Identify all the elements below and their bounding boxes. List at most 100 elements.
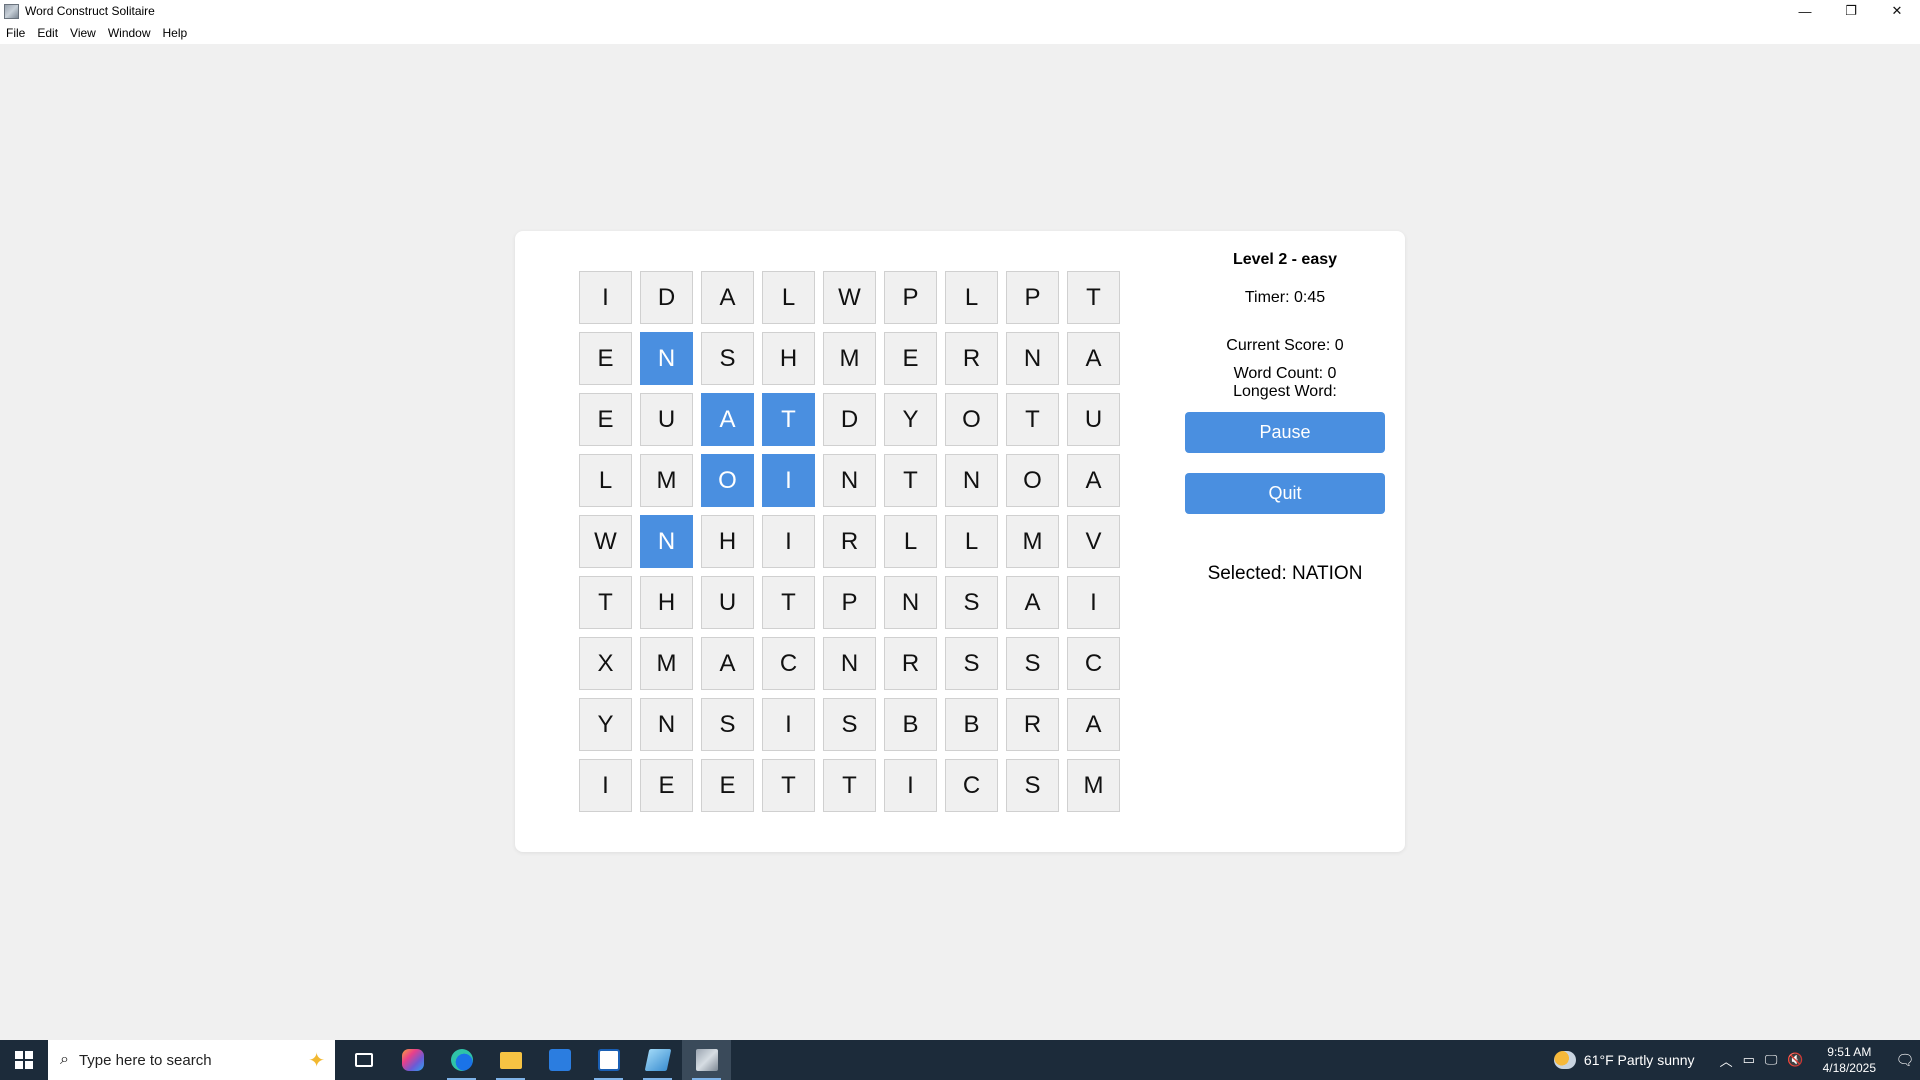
letter-tile[interactable]: I	[762, 454, 815, 507]
letter-tile[interactable]: E	[579, 393, 632, 446]
letter-tile[interactable]: I	[579, 759, 632, 812]
letter-tile[interactable]: P	[884, 271, 937, 324]
letter-tile[interactable]: A	[701, 393, 754, 446]
clock[interactable]: 9:51 AM 4/18/2025	[1823, 1044, 1876, 1076]
letter-tile[interactable]: M	[640, 454, 693, 507]
minimize-button[interactable]: —	[1782, 0, 1828, 22]
chevron-up-icon[interactable]: ︿	[1720, 1051, 1733, 1070]
letter-tile[interactable]: I	[762, 515, 815, 568]
letter-tile[interactable]: N	[640, 515, 693, 568]
task-view-icon[interactable]	[339, 1040, 388, 1080]
letter-tile[interactable]: A	[701, 271, 754, 324]
letter-tile[interactable]: W	[579, 515, 632, 568]
letter-tile[interactable]: M	[1067, 759, 1120, 812]
menu-edit[interactable]: Edit	[37, 26, 58, 40]
letter-tile[interactable]: T	[884, 454, 937, 507]
letter-tile[interactable]: S	[1006, 637, 1059, 690]
letter-tile[interactable]: T	[762, 576, 815, 629]
solitaire-icon[interactable]	[584, 1040, 633, 1080]
letter-tile[interactable]: R	[884, 637, 937, 690]
letter-tile[interactable]: R	[945, 332, 998, 385]
letter-tile[interactable]: B	[884, 698, 937, 751]
letter-tile[interactable]: V	[1067, 515, 1120, 568]
letter-tile[interactable]: E	[640, 759, 693, 812]
letter-tile[interactable]: M	[1006, 515, 1059, 568]
menu-help[interactable]: Help	[163, 26, 188, 40]
letter-tile[interactable]: T	[762, 393, 815, 446]
taskbar-search[interactable]: ⌕ Type here to search ✦	[48, 1040, 335, 1080]
letter-tile[interactable]: T	[579, 576, 632, 629]
letter-tile[interactable]: L	[884, 515, 937, 568]
letter-tile[interactable]: U	[1067, 393, 1120, 446]
letter-tile[interactable]: O	[701, 454, 754, 507]
letter-tile[interactable]: A	[1067, 698, 1120, 751]
menu-view[interactable]: View	[70, 26, 96, 40]
letter-tile[interactable]: R	[823, 515, 876, 568]
letter-tile[interactable]: N	[640, 698, 693, 751]
letter-tile[interactable]: I	[1067, 576, 1120, 629]
letter-tile[interactable]: U	[640, 393, 693, 446]
letter-tile[interactable]: A	[1006, 576, 1059, 629]
letter-tile[interactable]: C	[762, 637, 815, 690]
letter-tile[interactable]: N	[945, 454, 998, 507]
letter-tile[interactable]: H	[640, 576, 693, 629]
letter-tile[interactable]: S	[945, 637, 998, 690]
letter-tile[interactable]: X	[579, 637, 632, 690]
volume-muted-icon[interactable]: 🔇	[1787, 1052, 1803, 1068]
letter-tile[interactable]: I	[762, 698, 815, 751]
letter-tile[interactable]: Y	[579, 698, 632, 751]
letter-tile[interactable]: T	[1067, 271, 1120, 324]
letter-tile[interactable]: E	[579, 332, 632, 385]
edge-icon[interactable]	[437, 1040, 486, 1080]
word-construct-icon[interactable]	[682, 1040, 731, 1080]
letter-tile[interactable]: S	[945, 576, 998, 629]
start-button[interactable]	[0, 1040, 48, 1080]
letter-tile[interactable]: B	[945, 698, 998, 751]
letter-tile[interactable]: P	[1006, 271, 1059, 324]
letter-tile[interactable]: W	[823, 271, 876, 324]
quit-button[interactable]: Quit	[1185, 473, 1385, 514]
notification-icon[interactable]: 🗨	[1890, 1040, 1920, 1080]
letter-tile[interactable]: O	[945, 393, 998, 446]
letter-tile[interactable]: N	[823, 637, 876, 690]
pause-button[interactable]: Pause	[1185, 412, 1385, 453]
letter-tile[interactable]: E	[884, 332, 937, 385]
letter-tile[interactable]: T	[1006, 393, 1059, 446]
letter-tile[interactable]: M	[823, 332, 876, 385]
letter-tile[interactable]: S	[701, 332, 754, 385]
menu-file[interactable]: File	[6, 26, 25, 40]
letter-tile[interactable]: H	[762, 332, 815, 385]
letter-tile[interactable]: D	[640, 271, 693, 324]
letter-tile[interactable]: E	[701, 759, 754, 812]
weather-widget[interactable]: 61°F Partly sunny	[1553, 1051, 1695, 1069]
copilot-icon[interactable]	[388, 1040, 437, 1080]
letter-tile[interactable]: L	[579, 454, 632, 507]
letter-tile[interactable]: S	[1006, 759, 1059, 812]
letter-tile[interactable]: L	[945, 515, 998, 568]
letter-tile[interactable]: N	[1006, 332, 1059, 385]
meet-icon[interactable]: ▭	[1743, 1052, 1755, 1068]
letter-tile[interactable]: Y	[884, 393, 937, 446]
letter-tile[interactable]: I	[579, 271, 632, 324]
letter-tile[interactable]: C	[945, 759, 998, 812]
letter-tile[interactable]: O	[1006, 454, 1059, 507]
letter-tile[interactable]: U	[701, 576, 754, 629]
letter-tile[interactable]: L	[945, 271, 998, 324]
file-explorer-icon[interactable]	[486, 1040, 535, 1080]
letter-tile[interactable]: M	[640, 637, 693, 690]
letter-tile[interactable]: A	[1067, 332, 1120, 385]
letter-tile[interactable]: L	[762, 271, 815, 324]
letter-tile[interactable]: C	[1067, 637, 1120, 690]
letter-tile[interactable]: H	[701, 515, 754, 568]
letter-tile[interactable]: N	[823, 454, 876, 507]
letter-tile[interactable]: N	[640, 332, 693, 385]
letter-tile[interactable]: A	[1067, 454, 1120, 507]
letter-tile[interactable]: S	[823, 698, 876, 751]
close-button[interactable]: ✕	[1874, 0, 1920, 22]
letter-tile[interactable]: P	[823, 576, 876, 629]
store-icon[interactable]	[535, 1040, 584, 1080]
letter-tile[interactable]: S	[701, 698, 754, 751]
maximize-button[interactable]: ❐	[1828, 0, 1874, 22]
notepad-icon[interactable]	[633, 1040, 682, 1080]
letter-tile[interactable]: T	[823, 759, 876, 812]
